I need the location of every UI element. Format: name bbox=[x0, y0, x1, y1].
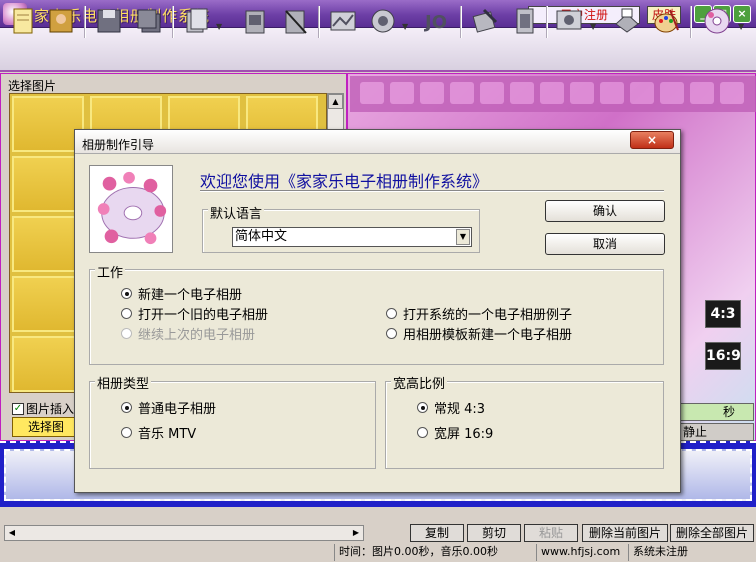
status-time: 时间：图片0.00秒，音乐0.00秒 bbox=[334, 544, 534, 561]
language-group-label: 默认语言 bbox=[208, 203, 265, 222]
svg-text:JO: JO bbox=[423, 12, 447, 33]
cd-logo-icon bbox=[89, 165, 173, 253]
stop-button[interactable]: 静止 bbox=[680, 423, 754, 441]
radio-label: 用相册模板新建一个电子相册 bbox=[403, 328, 573, 343]
chevron-down-icon[interactable]: ▼ bbox=[402, 22, 410, 31]
radio-icon[interactable] bbox=[417, 427, 428, 438]
delete-all-button[interactable]: 删除全部图片 bbox=[670, 524, 754, 542]
save-as-icon[interactable] bbox=[132, 3, 166, 39]
ratio-4-3-button[interactable]: 4:3 bbox=[705, 300, 741, 328]
copy-button[interactable]: 复制 bbox=[410, 524, 464, 542]
close-window-button[interactable]: × bbox=[733, 5, 751, 23]
film-strip bbox=[350, 76, 756, 112]
radio-icon bbox=[121, 328, 132, 339]
cancel-button[interactable]: 取消 bbox=[545, 233, 665, 255]
radio-icon[interactable] bbox=[121, 427, 132, 438]
radio-label: 音乐 MTV bbox=[138, 427, 197, 442]
radio-label: 常规 4:3 bbox=[434, 402, 486, 417]
radio-ratio-16-9[interactable]: 宽屏 16:9 bbox=[417, 423, 493, 442]
toolbar-divider bbox=[460, 6, 462, 38]
radio-label: 普通电子相册 bbox=[138, 402, 217, 417]
toolbar-divider bbox=[546, 6, 548, 38]
aspect-ratio-group-label: 宽高比例 bbox=[391, 373, 448, 392]
print-icon[interactable] bbox=[610, 3, 644, 39]
cd-burn-icon[interactable] bbox=[700, 3, 734, 39]
cut-button[interactable]: 剪切 bbox=[467, 524, 521, 542]
chevron-down-icon[interactable]: ▼ bbox=[456, 229, 470, 245]
effects-icon[interactable] bbox=[326, 3, 360, 39]
album-type-group-label: 相册类型 bbox=[95, 373, 152, 392]
insert-picture-icon[interactable] bbox=[238, 3, 272, 39]
insert-picture-label: 图片插入 bbox=[26, 402, 75, 416]
add-picture-icon[interactable] bbox=[180, 3, 214, 39]
toolbar-divider bbox=[84, 6, 86, 38]
welcome-text: 欢迎您使用《家家乐电子相册制作系统》 bbox=[200, 172, 489, 191]
dialog-title-bar bbox=[75, 130, 680, 154]
paint-icon[interactable] bbox=[650, 3, 684, 39]
radio-selected-icon[interactable] bbox=[417, 402, 428, 413]
radio-icon[interactable] bbox=[121, 308, 132, 319]
toolbar-divider bbox=[318, 6, 320, 38]
radio-continue-last-album: 继续上次的电子相册 bbox=[121, 324, 255, 343]
language-select[interactable]: 简体中文 bbox=[232, 227, 472, 247]
radio-normal-album[interactable]: 普通电子相册 bbox=[121, 398, 216, 417]
radio-icon[interactable] bbox=[386, 308, 397, 319]
checkmark-icon[interactable]: ✓ bbox=[12, 402, 24, 415]
chevron-down-icon[interactable]: ▼ bbox=[738, 22, 746, 31]
open-photo-icon[interactable] bbox=[44, 3, 78, 39]
scroll-left-icon[interactable]: ◀ bbox=[5, 526, 19, 540]
radio-open-old-album[interactable]: 打开一个旧的电子相册 bbox=[121, 304, 268, 323]
film-icon[interactable] bbox=[508, 3, 542, 39]
chevron-down-icon[interactable]: ▼ bbox=[216, 22, 224, 31]
radio-icon[interactable] bbox=[386, 328, 397, 339]
radio-music-mtv[interactable]: 音乐 MTV bbox=[121, 423, 196, 442]
radio-ratio-4-3[interactable]: 常规 4:3 bbox=[417, 398, 485, 417]
seconds-field[interactable]: 秒 bbox=[680, 403, 754, 421]
work-group-label: 工作 bbox=[95, 262, 126, 281]
ok-button[interactable]: 确认 bbox=[545, 200, 665, 222]
save-icon[interactable] bbox=[92, 3, 126, 39]
divider bbox=[200, 190, 664, 192]
delete-picture-icon[interactable] bbox=[278, 3, 312, 39]
radio-selected-icon[interactable] bbox=[121, 402, 132, 413]
insert-picture-checkbox[interactable]: ✓ 图片插入 bbox=[12, 400, 74, 417]
select-pictures-button[interactable]: 选择图 bbox=[12, 417, 80, 437]
scroll-up-icon[interactable]: ▲ bbox=[328, 94, 343, 109]
ratio-16-9-button[interactable]: 16:9 bbox=[705, 342, 741, 370]
radio-open-example-album[interactable]: 打开系统的一个电子相册例子 bbox=[386, 304, 572, 323]
select-pictures-label: 选择图片 bbox=[8, 79, 57, 93]
dialog-close-button[interactable]: × bbox=[630, 131, 674, 149]
toolbar-divider bbox=[690, 6, 692, 38]
radio-label: 打开一个旧的电子相册 bbox=[138, 308, 269, 323]
chevron-down-icon[interactable]: ▼ bbox=[590, 22, 598, 31]
music-icon[interactable]: JO bbox=[420, 3, 454, 39]
radio-label: 打开系统的一个电子相册例子 bbox=[403, 308, 573, 323]
delete-current-button[interactable]: 删除当前图片 bbox=[582, 524, 668, 542]
radio-template-album[interactable]: 用相册模板新建一个电子相册 bbox=[386, 324, 572, 343]
timeline-scrollbar[interactable]: ◀ ▶ bbox=[4, 525, 364, 541]
preview-icon[interactable] bbox=[552, 3, 586, 39]
dialog-title: 相册制作引导 bbox=[82, 138, 155, 152]
edit-icon[interactable] bbox=[468, 3, 502, 39]
radio-label: 新建一个电子相册 bbox=[138, 288, 243, 303]
toolbar-divider bbox=[172, 6, 174, 38]
new-album-icon[interactable] bbox=[6, 3, 40, 39]
frame-icon[interactable] bbox=[366, 3, 400, 39]
radio-new-album[interactable]: 新建一个电子相册 bbox=[121, 284, 242, 303]
radio-label: 宽屏 16:9 bbox=[434, 427, 494, 442]
status-registration: 系统未注册 bbox=[628, 544, 756, 561]
status-website: www.hfjsj.com bbox=[536, 544, 626, 561]
paste-button[interactable]: 粘贴 bbox=[524, 524, 578, 542]
radio-selected-icon[interactable] bbox=[121, 288, 132, 299]
scroll-right-icon[interactable]: ▶ bbox=[349, 526, 363, 540]
radio-label: 继续上次的电子相册 bbox=[138, 328, 256, 343]
